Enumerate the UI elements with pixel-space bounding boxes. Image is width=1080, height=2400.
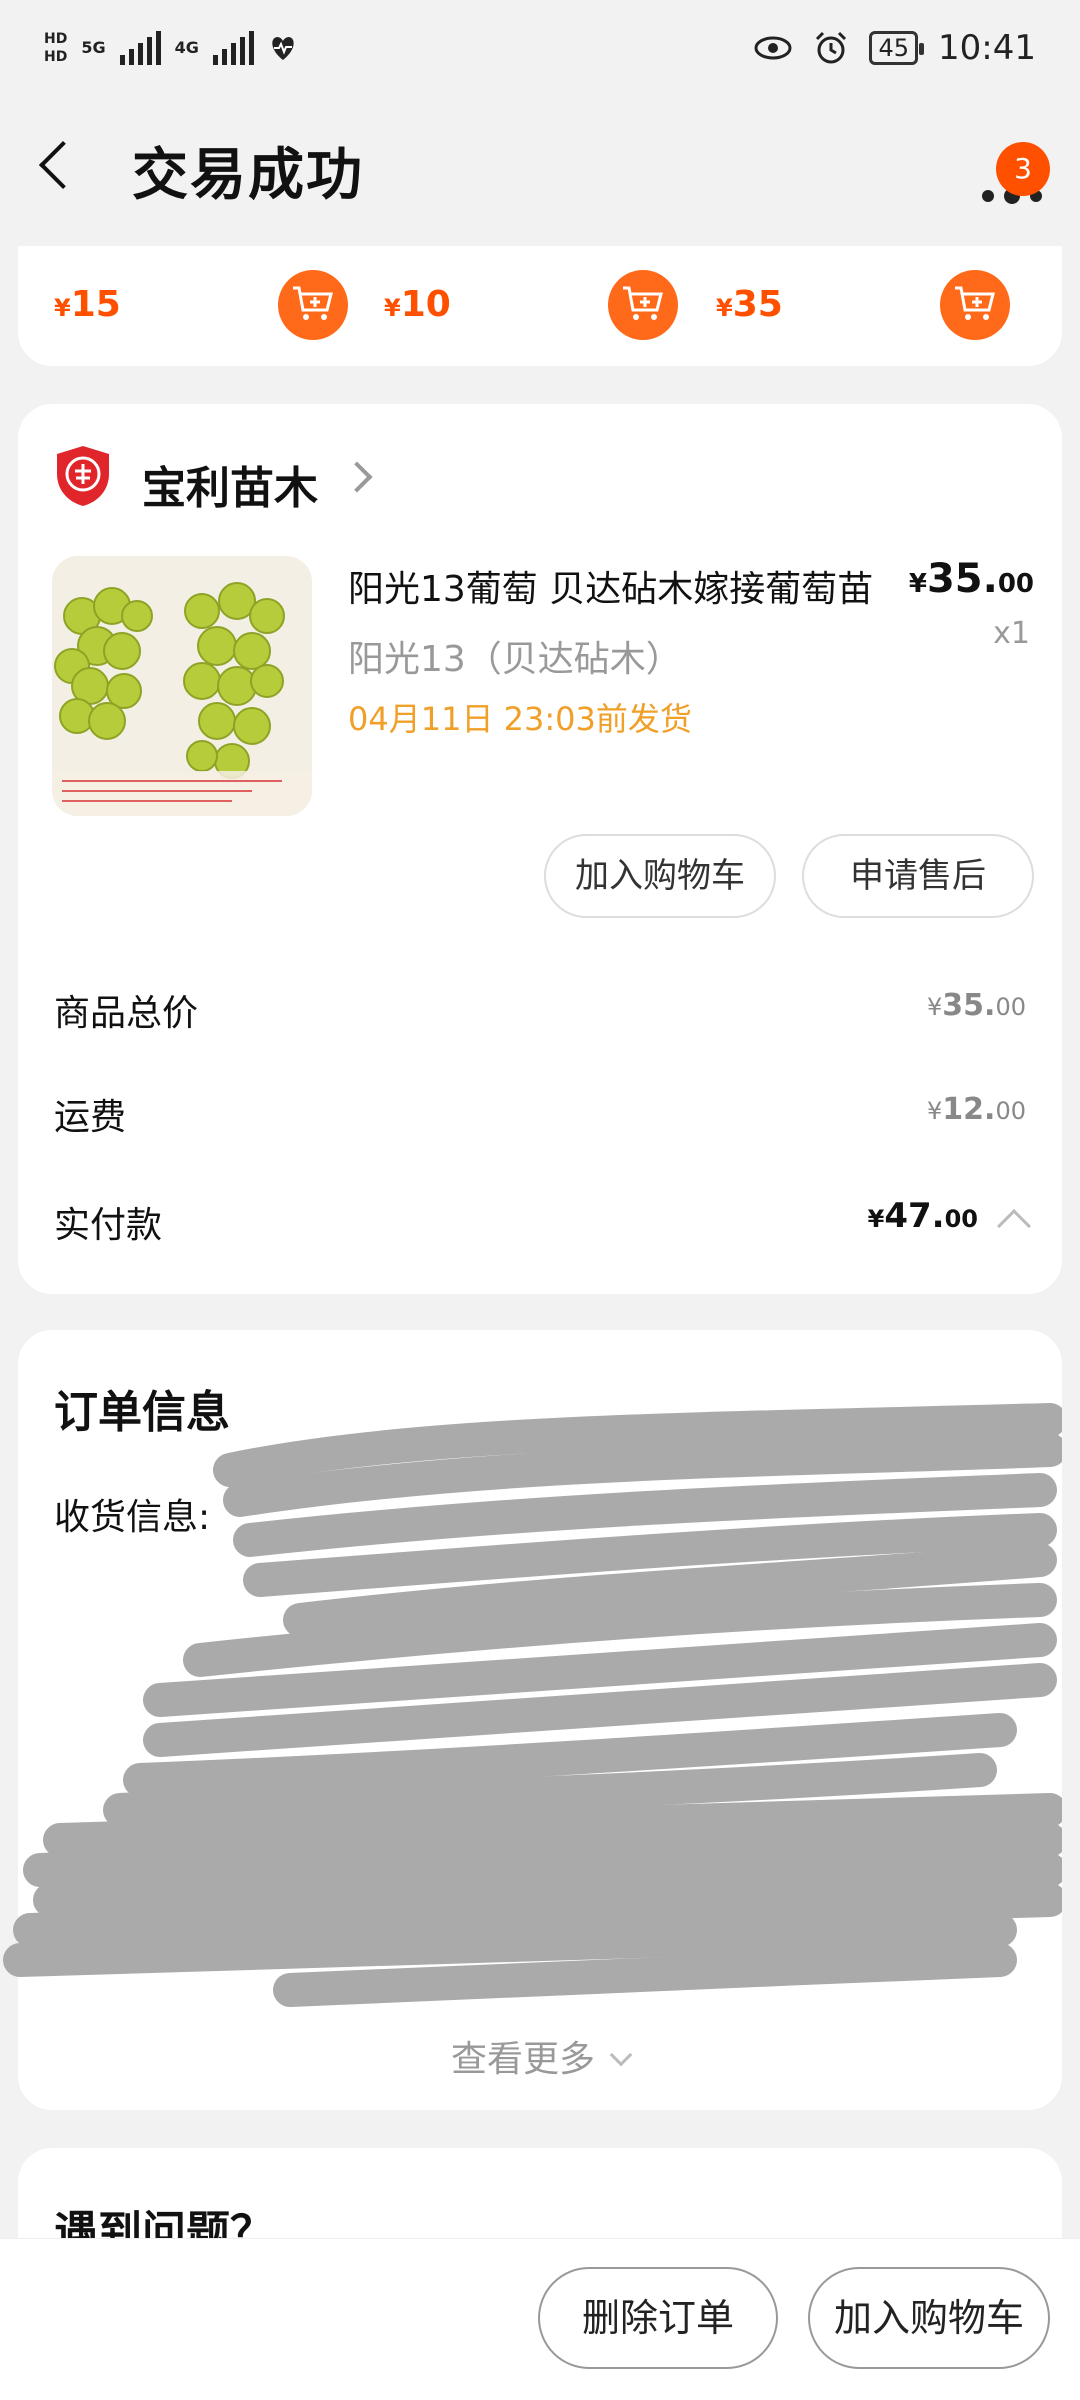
product-title[interactable]: 阳光13葡萄 贝达砧木嫁接葡萄苗 bbox=[348, 560, 888, 612]
rec-item[interactable]: ¥35 bbox=[680, 270, 1010, 340]
paid-amount-label: 实付款 bbox=[54, 1205, 163, 1246]
shop-name-link[interactable]: 宝利苗木 bbox=[142, 452, 318, 516]
eye-icon bbox=[754, 36, 792, 60]
alarm-icon bbox=[816, 31, 847, 64]
notification-badge: 3 bbox=[996, 142, 1050, 196]
goods-total-label: 商品总价 bbox=[54, 993, 199, 1034]
hd-indicator: HD HD bbox=[44, 31, 68, 65]
signal-4g-icon bbox=[212, 31, 254, 65]
shipping-fee-value: ¥12.00 bbox=[927, 1092, 1026, 1127]
paid-amount-value: ¥47.00 bbox=[867, 1196, 978, 1236]
more-menu-button[interactable]: 3 bbox=[960, 136, 1050, 216]
add-cart-button[interactable] bbox=[940, 270, 1010, 340]
product-price: ¥35.00 bbox=[908, 556, 1034, 602]
status-left: HD HD 5G 4G bbox=[44, 30, 298, 66]
status-bar: HD HD 5G 4G 45 10:41 bbox=[0, 0, 1080, 96]
add-cart-button[interactable] bbox=[608, 270, 678, 340]
cart-icon bbox=[623, 286, 663, 320]
grape-image bbox=[52, 556, 312, 816]
rec-item[interactable]: ¥15 bbox=[18, 270, 348, 340]
order-info-card: 订单信息 收货信息: 查看更多 bbox=[3, 1330, 1062, 2110]
chevron-up-icon[interactable] bbox=[997, 1209, 1031, 1243]
product-image[interactable] bbox=[52, 556, 312, 816]
shipping-fee-label: 运费 bbox=[54, 1097, 127, 1138]
order-card: 宝利苗木 阳光13葡萄 贝达砧木嫁接葡萄苗 ¥35.00 x1 阳光13（贝达砧… bbox=[18, 404, 1062, 1294]
chevron-right-icon[interactable] bbox=[341, 461, 373, 493]
add-cart-button[interactable] bbox=[278, 270, 348, 340]
network-4g-label: 4G bbox=[174, 38, 199, 57]
bottom-add-to-cart-button[interactable]: 加入购物车 bbox=[808, 2267, 1050, 2369]
network-5g-label: 5G bbox=[81, 38, 106, 57]
shipping-deadline: 04月11日 23:03前发货 bbox=[348, 700, 692, 738]
health-icon bbox=[272, 37, 294, 60]
status-time: 10:41 bbox=[938, 28, 1036, 68]
see-more-button[interactable]: 查看更多 bbox=[18, 2030, 1062, 2082]
rec-price: ¥15 bbox=[54, 284, 121, 325]
product-quantity: x1 bbox=[993, 616, 1030, 651]
chevron-down-icon bbox=[609, 2043, 633, 2067]
cart-icon bbox=[293, 286, 333, 320]
redaction-scribble bbox=[3, 1403, 1062, 2007]
battery-icon: 45 bbox=[869, 31, 924, 65]
signal-5g-icon bbox=[119, 31, 161, 65]
enterprise-shield-icon bbox=[57, 446, 109, 506]
see-more-label: 查看更多 bbox=[450, 2039, 595, 2080]
product-sku: 阳光13（贝达砧木） bbox=[348, 639, 682, 680]
rec-item[interactable]: ¥10 bbox=[348, 270, 678, 340]
cart-icon bbox=[955, 286, 995, 320]
page-title: 交易成功 bbox=[132, 143, 364, 208]
after-sale-button[interactable]: 申请售后 bbox=[802, 834, 1034, 918]
delete-order-button[interactable]: 删除订单 bbox=[538, 2267, 778, 2369]
recommendation-strip: ¥15 ¥10 ¥35 bbox=[18, 246, 1062, 366]
rec-price: ¥10 bbox=[384, 284, 451, 325]
back-arrow-icon[interactable] bbox=[38, 140, 88, 190]
nav-header: 交易成功 3 bbox=[0, 96, 1080, 244]
add-to-cart-button[interactable]: 加入购物车 bbox=[544, 834, 776, 918]
bottom-action-bar: 删除订单 加入购物车 bbox=[0, 2238, 1080, 2400]
goods-total-value: ¥35.00 bbox=[927, 988, 1026, 1023]
status-right: 45 10:41 bbox=[753, 28, 1036, 68]
rec-price: ¥35 bbox=[716, 284, 783, 325]
